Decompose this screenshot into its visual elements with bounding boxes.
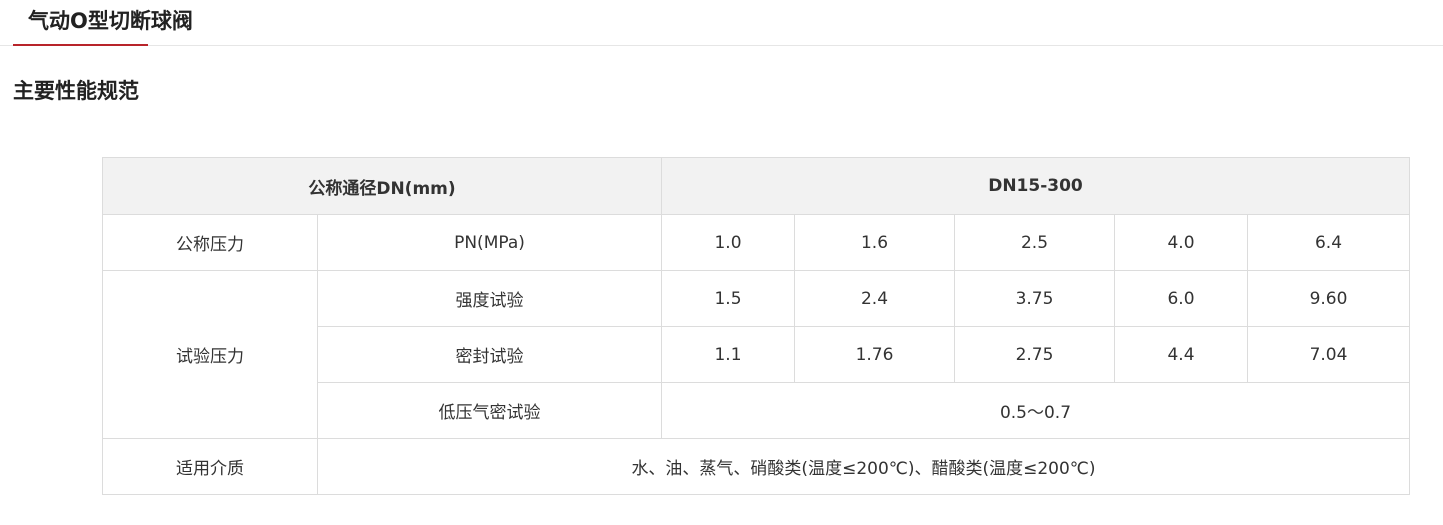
pn-value: 4.0 — [1114, 214, 1248, 271]
pn-value: 1.6 — [794, 214, 955, 271]
tab-bar: 气动O型切断球阀 — [0, 0, 1443, 46]
medium-value: 水、油、蒸气、硝酸类(温度≤200℃)、醋酸类(温度≤200℃) — [317, 438, 1410, 495]
pn-value: 1.0 — [661, 214, 795, 271]
strength-value: 6.0 — [1114, 270, 1248, 327]
seal-value: 1.76 — [794, 326, 955, 383]
strength-value: 2.4 — [794, 270, 955, 327]
seal-test-label: 密封试验 — [317, 326, 662, 383]
header-dn-range: DN15-300 — [661, 157, 1410, 215]
table-row-nominal-pressure: 公称压力 PN(MPa) 1.0 1.6 2.5 4.0 6.4 — [102, 214, 1410, 271]
pn-value: 2.5 — [954, 214, 1115, 271]
tab-active-underline — [13, 44, 148, 46]
pn-value: 6.4 — [1247, 214, 1410, 271]
strength-value: 3.75 — [954, 270, 1115, 327]
seal-value: 2.75 — [954, 326, 1115, 383]
strength-value: 9.60 — [1247, 270, 1410, 327]
table-row-strength-test: 试验压力 强度试验 1.5 2.4 3.75 6.0 9.60 — [102, 270, 1410, 439]
performance-spec-table: 公称通径DN(mm) DN15-300 公称压力 PN(MPa) 1.0 1.6… — [102, 157, 1410, 495]
low-pressure-gas-value: 0.5～0.7 — [661, 382, 1410, 439]
pn-label: PN(MPa) — [317, 214, 662, 271]
low-pressure-gas-test-label: 低压气密试验 — [317, 382, 662, 439]
header-nominal-diameter: 公称通径DN(mm) — [102, 157, 662, 215]
table-header-row: 公称通径DN(mm) DN15-300 — [102, 157, 1410, 215]
page: 气动O型切断球阀 主要性能规范 公称通径DN(mm) DN15-300 公称压力… — [0, 0, 1443, 525]
strength-test-label: 强度试验 — [317, 270, 662, 327]
table-row-medium: 适用介质 水、油、蒸气、硝酸类(温度≤200℃)、醋酸类(温度≤200℃) — [102, 438, 1410, 495]
strength-value: 1.5 — [661, 270, 795, 327]
section-title: 主要性能规范 — [13, 79, 139, 103]
seal-value: 1.1 — [661, 326, 795, 383]
medium-label: 适用介质 — [102, 438, 318, 495]
tab-product-title[interactable]: 气动O型切断球阀 — [28, 6, 193, 36]
seal-value: 7.04 — [1247, 326, 1410, 383]
test-pressure-label: 试验压力 — [102, 270, 318, 439]
seal-value: 4.4 — [1114, 326, 1248, 383]
nominal-pressure-label: 公称压力 — [102, 214, 318, 271]
